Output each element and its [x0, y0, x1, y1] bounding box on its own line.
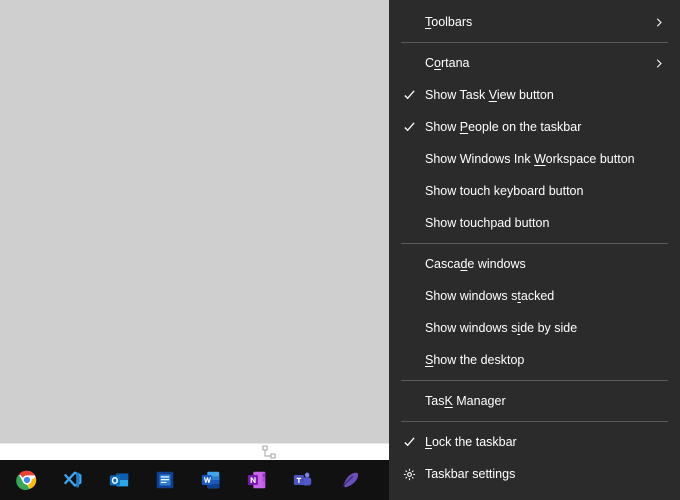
- menu-label-touch-kb: Show touch keyboard button: [425, 184, 666, 198]
- gear-icon: [403, 466, 425, 482]
- taskbar-context-menu: Toolbars Cortana Show Task View button S…: [389, 0, 680, 500]
- blank-icon: [403, 288, 425, 304]
- blank-icon: [403, 215, 425, 231]
- taskbar-app-chrome[interactable]: [4, 460, 50, 500]
- taskbar-app-vscode[interactable]: [50, 460, 96, 500]
- taskbar-app-onenote[interactable]: [234, 460, 280, 500]
- menu-label-cascade: Cascade windows: [425, 257, 666, 271]
- check-icon: [403, 434, 425, 450]
- taskbar-app-outlook[interactable]: [96, 460, 142, 500]
- menu-label-stacked: Show windows stacked: [425, 289, 666, 303]
- menu-label-ink: Show Windows Ink Workspace button: [425, 152, 666, 166]
- menu-label-task-view: Show Task View button: [425, 88, 666, 102]
- menu-item-show-people[interactable]: Show People on the taskbar: [389, 111, 680, 143]
- check-icon: [403, 119, 425, 135]
- menu-item-windows-side-by-side[interactable]: Show windows side by side: [389, 312, 680, 344]
- menu-item-taskbar-settings[interactable]: Taskbar settings: [389, 458, 680, 490]
- menu-separator: [401, 42, 668, 43]
- menu-item-toolbars[interactable]: Toolbars: [389, 6, 680, 38]
- menu-item-show-touch-keyboard[interactable]: Show touch keyboard button: [389, 175, 680, 207]
- blank-icon: [403, 14, 425, 30]
- menu-item-cascade-windows[interactable]: Cascade windows: [389, 248, 680, 280]
- menu-label-people: Show People on the taskbar: [425, 120, 666, 134]
- menu-label-cortana: Cortana: [425, 56, 652, 70]
- menu-separator: [401, 380, 668, 381]
- menu-item-show-touchpad[interactable]: Show touchpad button: [389, 207, 680, 239]
- menu-label-touchpad: Show touchpad button: [425, 216, 666, 230]
- check-icon: [403, 87, 425, 103]
- menu-item-show-ink[interactable]: Show Windows Ink Workspace button: [389, 143, 680, 175]
- network-icon: [261, 445, 277, 459]
- outlook-icon: [107, 468, 131, 492]
- blank-icon: [403, 352, 425, 368]
- feather-icon: [337, 468, 361, 492]
- chrome-icon: [15, 468, 39, 492]
- menu-item-windows-stacked[interactable]: Show windows stacked: [389, 280, 680, 312]
- blank-icon: [403, 151, 425, 167]
- menu-label-side: Show windows side by side: [425, 321, 666, 335]
- onenote-icon: [245, 468, 269, 492]
- taskbar-app-teams[interactable]: [280, 460, 326, 500]
- menu-item-show-desktop[interactable]: Show the desktop: [389, 344, 680, 376]
- word-icon: [199, 468, 223, 492]
- blank-icon: [403, 183, 425, 199]
- menu-item-task-manager[interactable]: TasK Manager: [389, 385, 680, 417]
- menu-item-show-task-view[interactable]: Show Task View button: [389, 79, 680, 111]
- taskbar-app-word[interactable]: [188, 460, 234, 500]
- menu-separator: [401, 421, 668, 422]
- submenu-arrow-icon: [652, 15, 666, 29]
- teams-icon: [291, 468, 315, 492]
- taskbar-app-feather[interactable]: [326, 460, 372, 500]
- blank-icon: [403, 55, 425, 71]
- menu-label-desktop: Show the desktop: [425, 353, 666, 367]
- vscode-icon: [61, 468, 85, 492]
- blank-icon: [403, 256, 425, 272]
- menu-label-settings: Taskbar settings: [425, 467, 666, 481]
- blank-icon: [403, 393, 425, 409]
- menu-label-toolbars: Toolbars: [425, 15, 652, 29]
- menu-item-lock-taskbar[interactable]: Lock the taskbar: [389, 426, 680, 458]
- menu-label-lock: Lock the taskbar: [425, 435, 666, 449]
- menu-separator: [401, 243, 668, 244]
- blank-icon: [403, 320, 425, 336]
- submenu-arrow-icon: [652, 56, 666, 70]
- menu-item-cortana[interactable]: Cortana: [389, 47, 680, 79]
- menu-label-task-manager: TasK Manager: [425, 394, 666, 408]
- taskbar-app-word-alt[interactable]: [142, 460, 188, 500]
- document-icon: [153, 468, 177, 492]
